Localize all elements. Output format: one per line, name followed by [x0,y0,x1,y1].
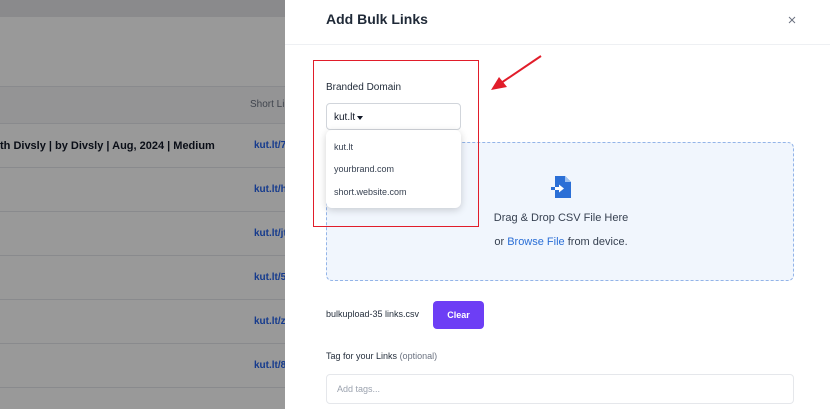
tags-label-text: Tag for your Links [326,351,398,361]
annotation-arrow-icon [485,50,555,95]
close-icon[interactable] [785,13,799,27]
tags-input[interactable] [326,374,794,404]
bulk-links-panel: Add Bulk Links Branded Domain kut.lt Dra… [285,0,830,409]
uploaded-file-name: bulkupload-35 links.csv [326,309,420,319]
file-import-icon [551,175,573,199]
browse-file-link[interactable]: Browse File [507,236,564,248]
browse-suffix: from device. [567,236,628,248]
browse-prefix: or [494,236,505,248]
panel-header: Add Bulk Links [285,0,830,45]
panel-title: Add Bulk Links [326,11,428,27]
tags-label: Tag for your Links (optional) [326,351,437,361]
tags-optional-text: (optional) [399,351,438,361]
annotation-highlight-box [313,60,479,227]
browse-line: or Browse File from device. [327,236,795,248]
clear-button[interactable]: Clear [433,301,484,329]
